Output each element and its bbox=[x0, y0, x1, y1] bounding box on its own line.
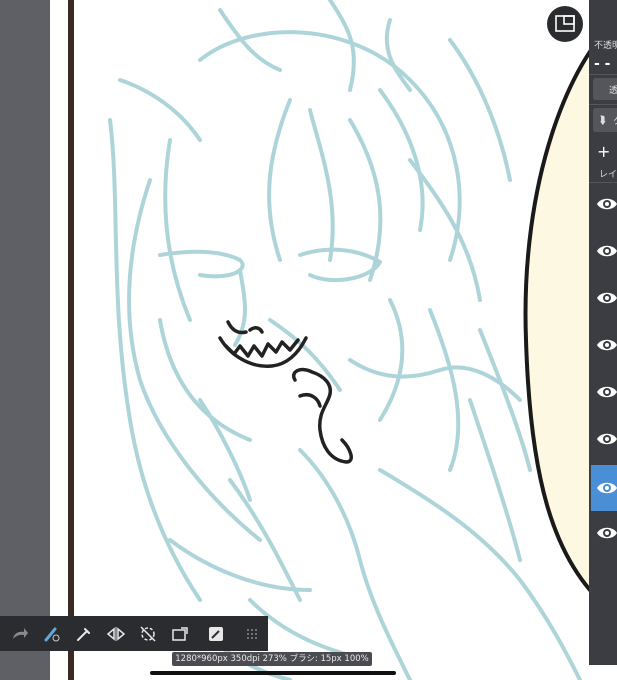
layer-visibility-toggle[interactable] bbox=[591, 421, 617, 461]
rotate-reset-icon bbox=[140, 625, 156, 642]
status-bar: 1280*960px 350dpi 273% ブラシ: 15px 100% bbox=[172, 652, 372, 666]
divider bbox=[589, 74, 617, 75]
eye-icon bbox=[597, 386, 617, 398]
view-toggle-button[interactable] bbox=[547, 6, 583, 42]
rotate-reset-button[interactable] bbox=[132, 616, 164, 651]
layer-panel: 不透明 - - 透 ⮯ ク + レイ bbox=[589, 0, 617, 665]
eye-icon bbox=[597, 245, 617, 257]
folder-button[interactable]: ⮯ ク bbox=[593, 108, 617, 132]
divider bbox=[589, 104, 617, 105]
transform-button[interactable] bbox=[200, 616, 232, 651]
sketch-artwork bbox=[68, 0, 617, 680]
brush-color-button[interactable] bbox=[36, 616, 68, 651]
window-icon bbox=[555, 15, 575, 32]
eyedropper-icon bbox=[77, 627, 90, 641]
redo-icon bbox=[13, 627, 28, 639]
eye-icon bbox=[597, 198, 617, 210]
canvas-gutter bbox=[0, 0, 50, 680]
eraser-icon bbox=[172, 626, 188, 641]
brush-color-icon bbox=[44, 627, 60, 641]
home-indicator[interactable] bbox=[150, 671, 396, 675]
layer-visibility-toggle[interactable] bbox=[591, 280, 617, 320]
folder-label: ク bbox=[613, 114, 617, 127]
eye-icon bbox=[597, 527, 617, 539]
layer-visibility-toggle[interactable] bbox=[591, 233, 617, 273]
add-layer-button[interactable]: + bbox=[597, 142, 610, 161]
eye-icon bbox=[597, 433, 617, 445]
layer-header-label: レイ bbox=[599, 170, 617, 180]
flip-horizontal-button[interactable] bbox=[100, 616, 132, 651]
eyedropper-button[interactable] bbox=[68, 616, 100, 651]
layer-visibility-toggle[interactable] bbox=[591, 186, 617, 226]
bottom-toolbar bbox=[0, 616, 268, 651]
drawing-canvas[interactable] bbox=[50, 0, 617, 680]
more-button[interactable] bbox=[236, 616, 268, 651]
redo-button[interactable] bbox=[4, 616, 36, 651]
blend-mode-label: 透 bbox=[609, 86, 617, 96]
opacity-label: 不透明 bbox=[594, 41, 617, 51]
flip-horizontal-icon bbox=[106, 626, 126, 641]
folder-icon: ⮯ bbox=[599, 114, 606, 127]
opacity-slider[interactable]: - - bbox=[594, 56, 611, 72]
more-icon bbox=[247, 628, 257, 639]
eye-icon bbox=[597, 482, 617, 494]
transform-icon bbox=[209, 626, 223, 641]
blend-mode-button[interactable]: 透 bbox=[593, 78, 617, 100]
eye-icon bbox=[597, 292, 617, 304]
eraser-button[interactable] bbox=[164, 616, 196, 651]
layer-visibility-toggle[interactable] bbox=[591, 515, 617, 555]
eye-icon bbox=[597, 339, 617, 351]
layer-visibility-toggle-selected[interactable] bbox=[591, 465, 617, 511]
divider bbox=[589, 182, 617, 183]
layer-visibility-toggle[interactable] bbox=[591, 374, 617, 414]
layer-visibility-toggle[interactable] bbox=[591, 327, 617, 367]
